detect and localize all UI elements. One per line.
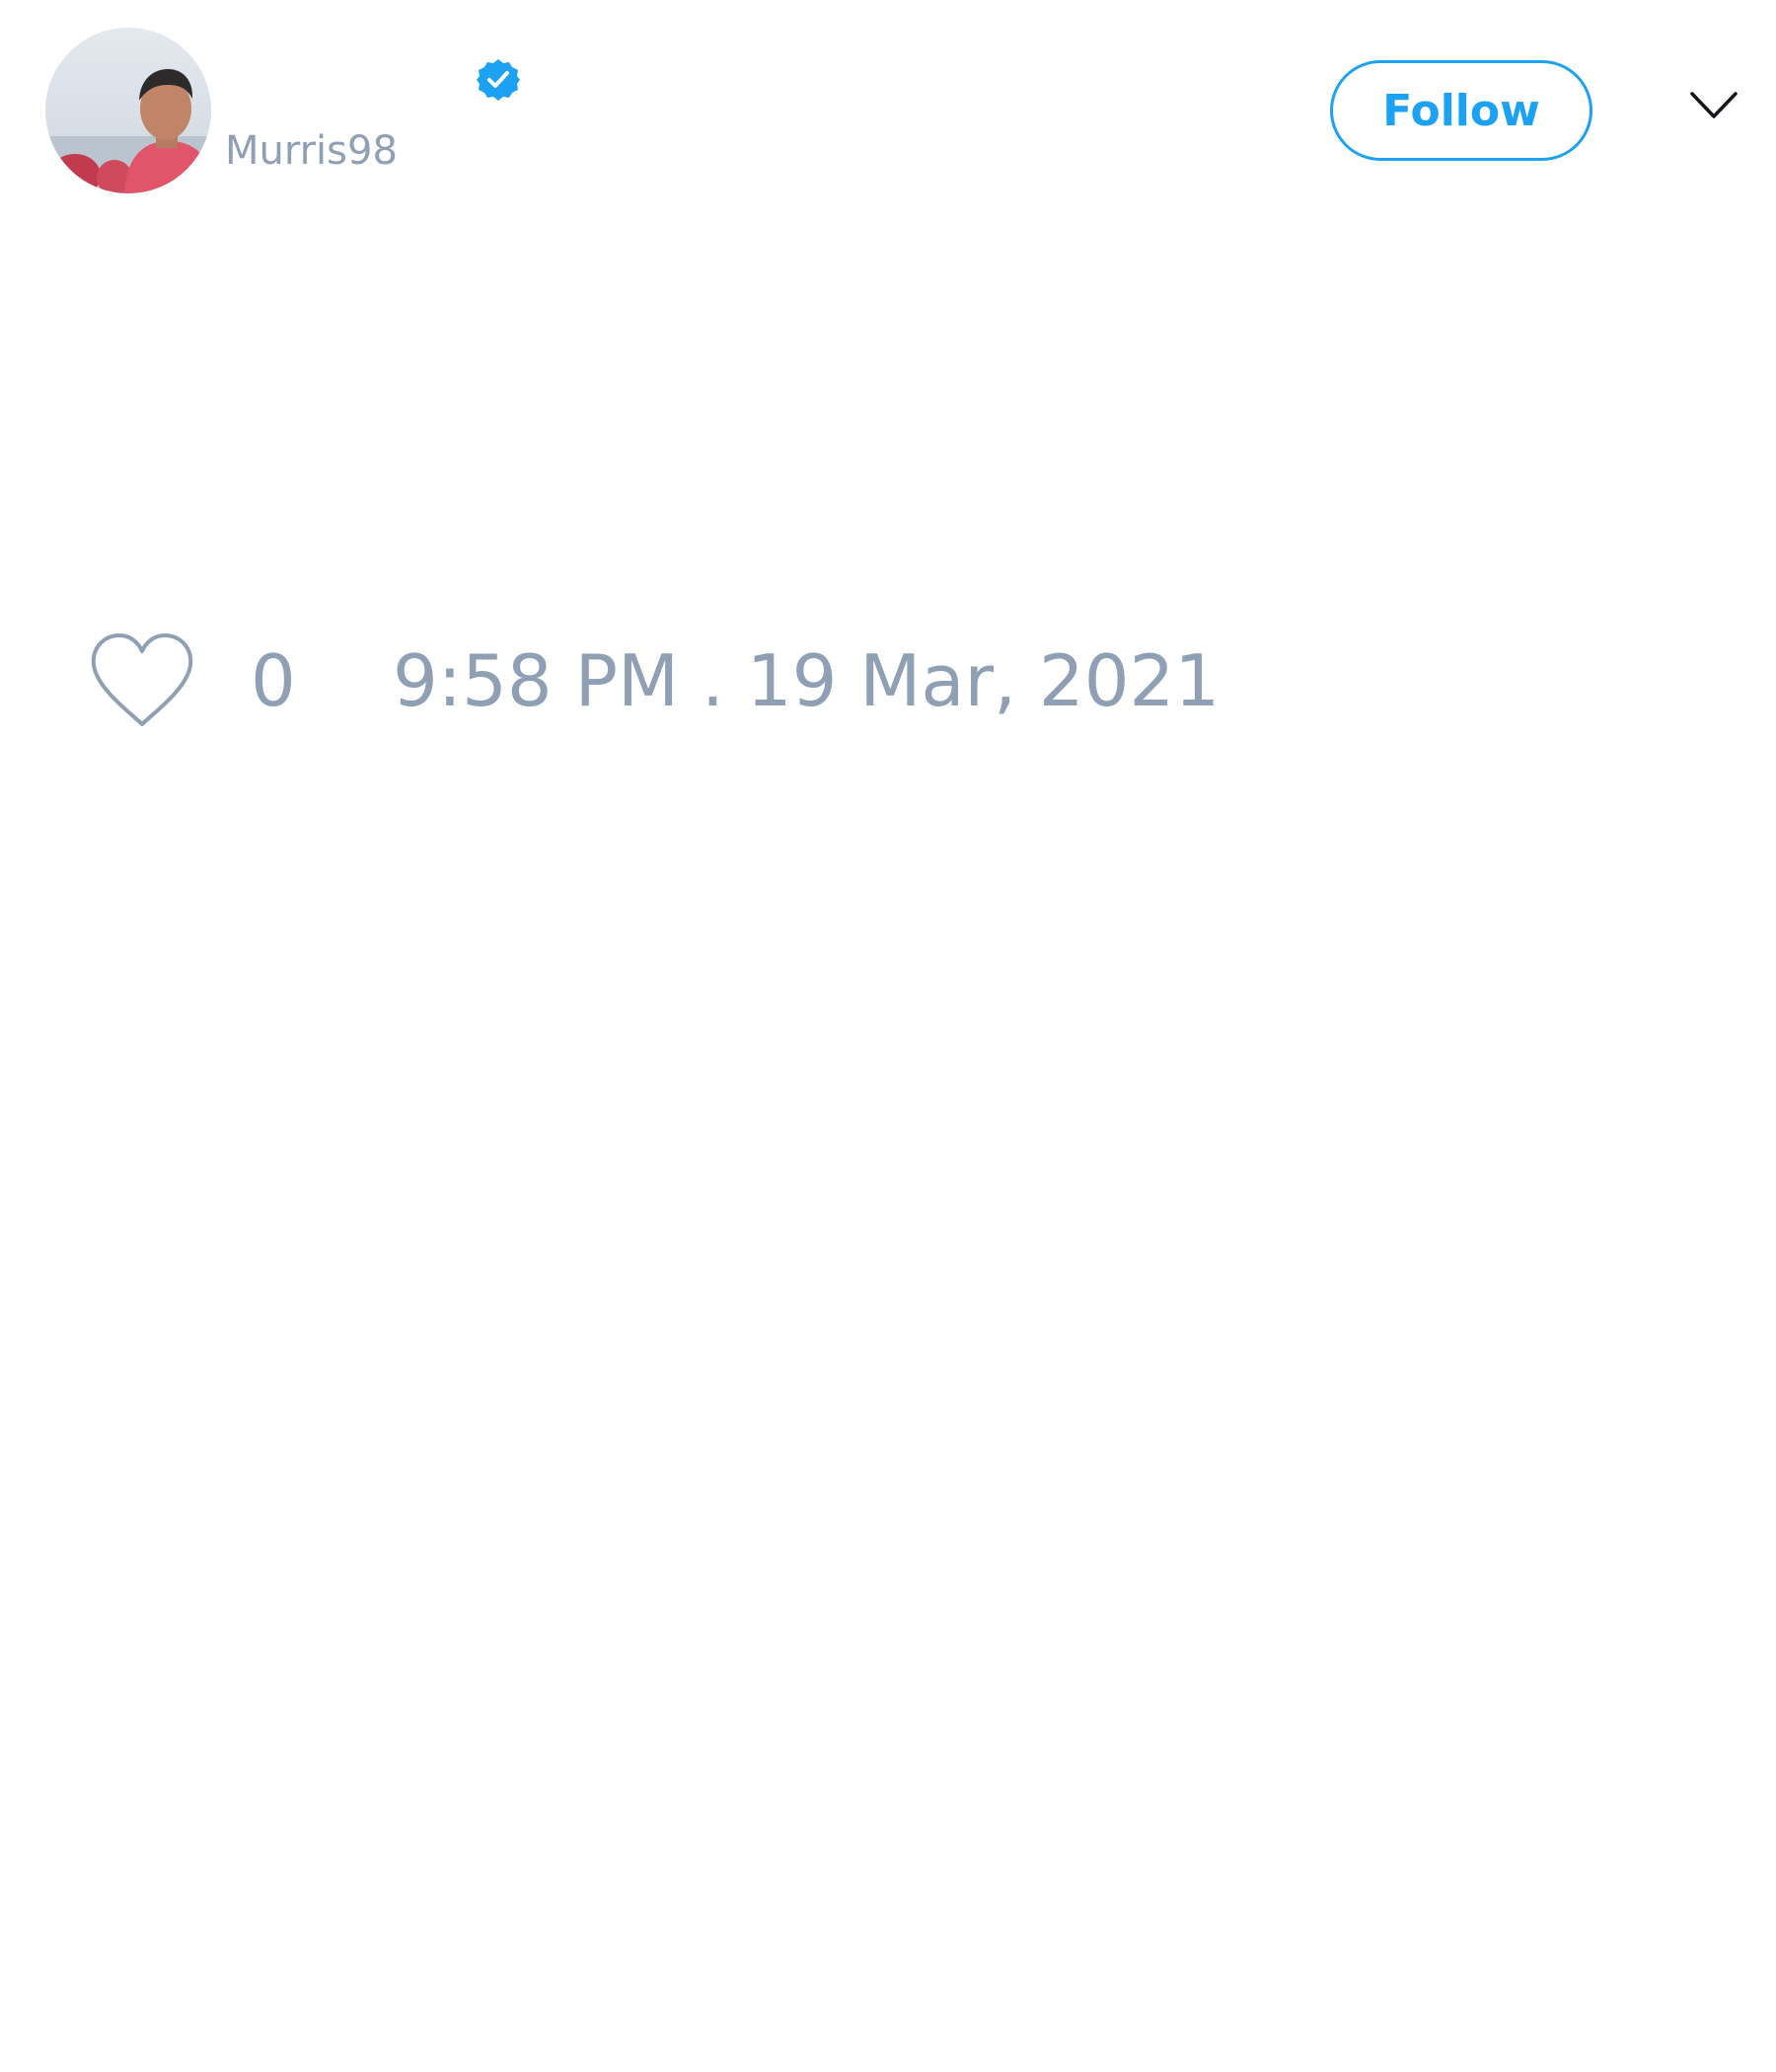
verified-badge-icon — [477, 59, 520, 101]
author-handle[interactable]: Murris98 — [225, 126, 398, 176]
avatar[interactable] — [45, 28, 211, 193]
tweet-timestamp[interactable]: 9:58 PM . 19 Mar, 2021 — [393, 641, 1220, 720]
likes-count: 0 — [251, 639, 296, 722]
follow-button[interactable]: Follow — [1330, 60, 1592, 161]
chevron-down-icon[interactable] — [1689, 89, 1739, 122]
heart-icon[interactable] — [89, 631, 195, 730]
tweet-card: Murris98 Follow 0 9:58 PM . 19 Mar, 2021 — [0, 0, 1776, 2072]
